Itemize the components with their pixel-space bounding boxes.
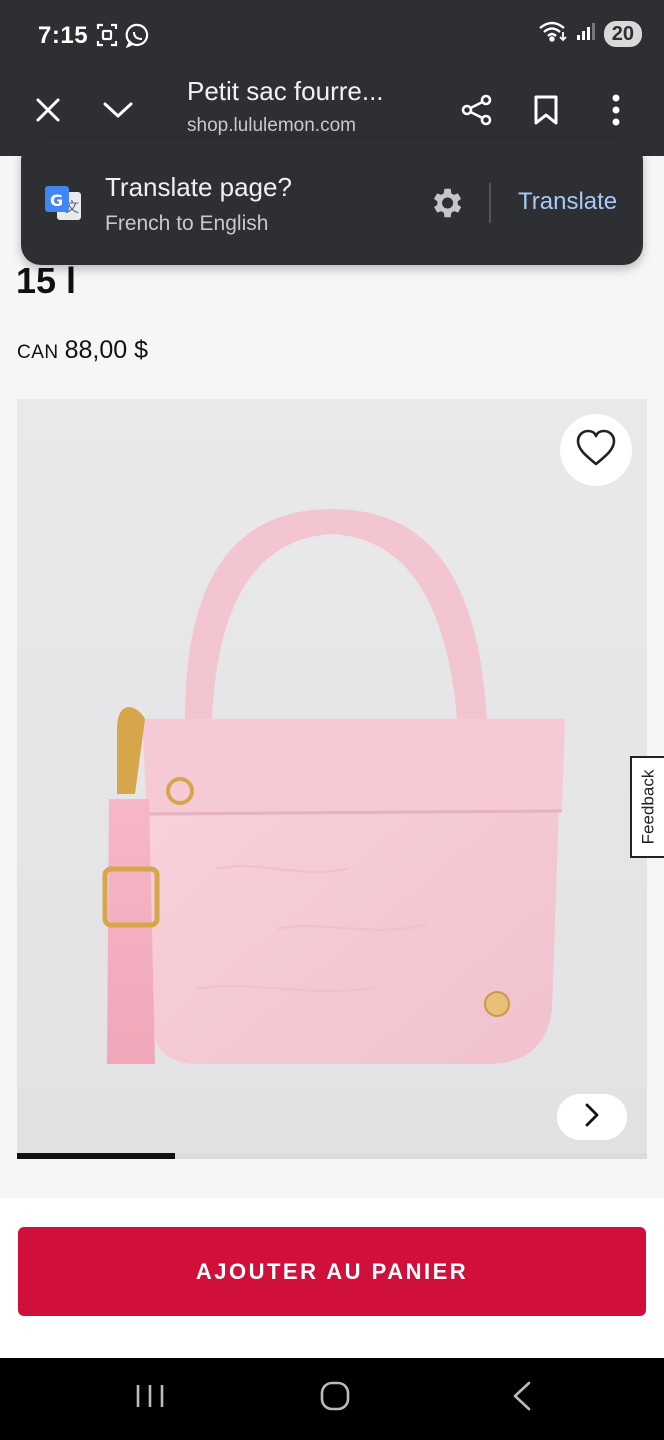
battery-badge: 20: [603, 20, 642, 47]
translate-button[interactable]: Translate: [518, 188, 617, 216]
home-button[interactable]: [305, 1378, 365, 1418]
product-image: [17, 399, 647, 1159]
feedback-tab[interactable]: Feedback: [630, 756, 664, 858]
more-vert-icon: [611, 94, 621, 131]
close-tab-button[interactable]: [22, 86, 74, 138]
status-time: 7:15: [38, 22, 89, 49]
chevron-right-icon: [584, 1102, 600, 1133]
google-translate-icon: 文 G: [43, 184, 83, 229]
recents-icon: [135, 1383, 165, 1414]
whatsapp-icon: [125, 22, 151, 53]
back-button[interactable]: [492, 1378, 552, 1418]
bookmark-button[interactable]: [520, 86, 572, 138]
page-url: shop.lululemon.com: [187, 115, 356, 136]
recents-button[interactable]: [120, 1378, 180, 1418]
carousel-progress-fill: [17, 1153, 175, 1159]
feedback-label: Feedback: [638, 769, 658, 845]
home-icon: [320, 1381, 350, 1416]
translate-popup: 文 G Translate page? French to English Tr…: [21, 140, 643, 265]
more-button[interactable]: [590, 86, 642, 138]
close-icon: [34, 96, 62, 129]
screenshot-icon: [95, 22, 119, 53]
page-content: 15 l CAN 88,00 $: [0, 156, 664, 1198]
cart-action-area: AJOUTER AU PANIER: [0, 1198, 664, 1358]
favorite-button[interactable]: [560, 414, 632, 486]
price-currency: CAN: [17, 342, 59, 363]
carousel-progress: [17, 1153, 647, 1159]
status-icons-left: [95, 22, 151, 53]
product-price: CAN 88,00 $: [17, 336, 148, 365]
share-icon: [460, 93, 494, 132]
heart-icon: [575, 429, 617, 472]
bookmark-icon: [533, 94, 559, 131]
next-image-button[interactable]: [557, 1094, 627, 1140]
translate-title: Translate page?: [105, 172, 292, 202]
signal-icon: [576, 21, 596, 46]
translate-languages: French to English: [105, 212, 269, 235]
translate-divider: [489, 183, 491, 223]
status-bar: 7:15 20: [0, 0, 664, 72]
add-to-cart-button[interactable]: AJOUTER AU PANIER: [18, 1227, 646, 1316]
share-button[interactable]: [451, 86, 503, 138]
back-icon: [512, 1381, 532, 1416]
system-nav-bar: [0, 1358, 664, 1440]
status-icons-right: 20: [538, 20, 642, 47]
page-title: Petit sac fourre...: [187, 76, 384, 106]
wifi-icon: [538, 20, 568, 47]
price-value: 88,00 $: [64, 336, 149, 364]
svg-text:G: G: [50, 191, 63, 210]
chevron-down-icon: [102, 100, 134, 125]
gear-icon[interactable]: [427, 184, 465, 227]
product-image-carousel[interactable]: [17, 399, 647, 1159]
product-title-partial: 15 l: [16, 260, 77, 301]
minimize-button[interactable]: [92, 86, 144, 138]
